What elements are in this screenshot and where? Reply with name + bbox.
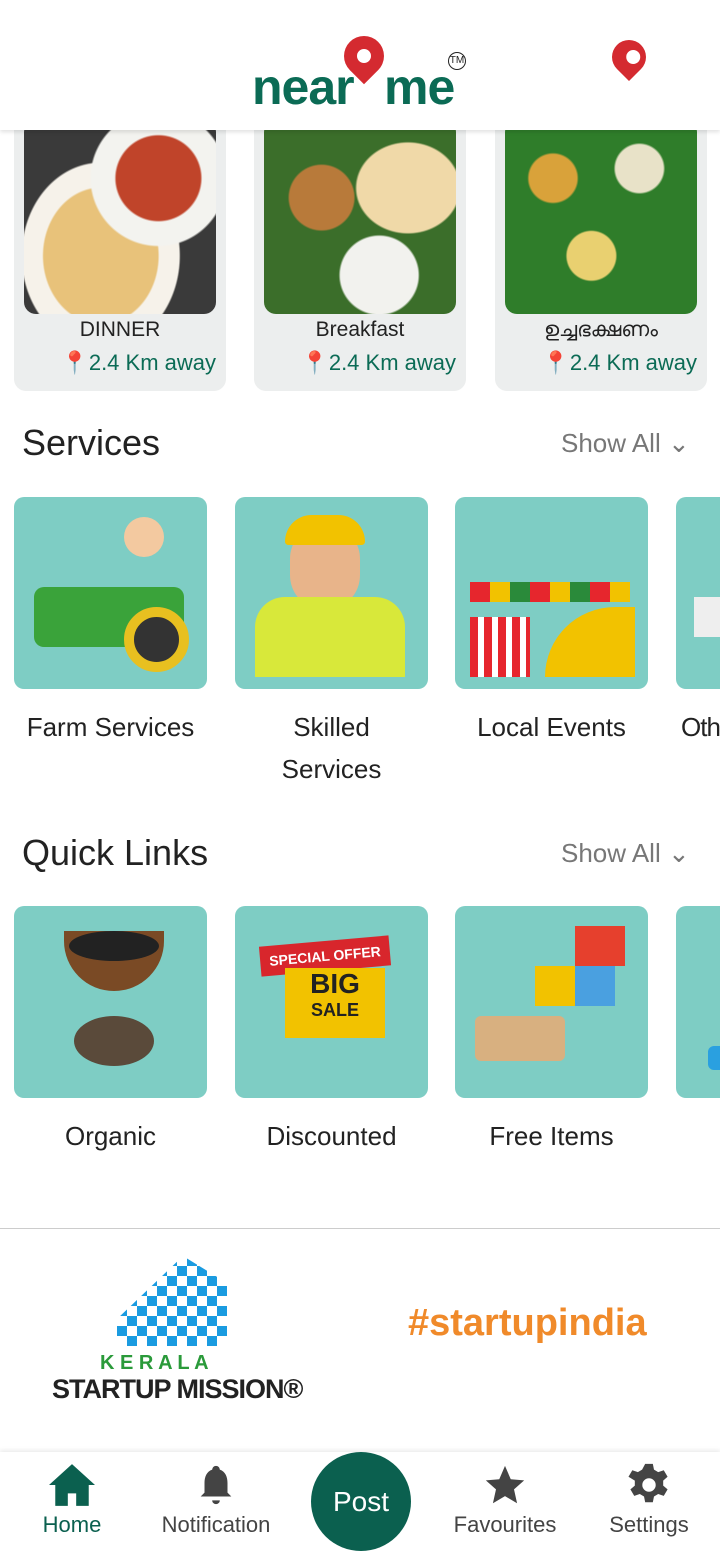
app-header: near me TM	[0, 0, 720, 130]
nav-favourites[interactable]: Favourites	[448, 1462, 562, 1538]
post-button[interactable]: Post	[311, 1452, 411, 1551]
food-label: Breakfast	[315, 318, 405, 341]
tile-organic[interactable]	[14, 906, 207, 1098]
breakfast-image	[264, 120, 456, 314]
quick-links-show-all[interactable]: Show All ⌄	[561, 838, 690, 869]
near2me-logo: near me TM	[252, 27, 472, 115]
tile-more[interactable]	[676, 906, 720, 1098]
tile-farm-services[interactable]	[14, 497, 207, 689]
bottom-nav: Home Notification Post Favourites Settin…	[0, 1452, 720, 1551]
tile-skilled-services[interactable]	[235, 497, 428, 689]
services-show-all[interactable]: Show All ⌄	[561, 428, 690, 459]
lunch-image	[505, 120, 697, 314]
tile-local-events[interactable]	[455, 497, 648, 689]
divider	[0, 1228, 720, 1229]
dinner-image	[24, 120, 216, 314]
bell-icon	[200, 1465, 232, 1505]
gear-icon	[628, 1463, 668, 1503]
quick-links-title: Quick Links	[22, 832, 209, 873]
kerala-startup-mission-logo: K E R A L A STARTUP MISSION®	[52, 1256, 312, 1406]
food-card-lunch[interactable]: ഉച്ചഭക്ഷണം 📍2.4 Km away	[495, 110, 707, 391]
distance: 📍2.4 Km away	[542, 350, 697, 375]
distance: 📍2.4 Km away	[301, 350, 456, 375]
nav-settings[interactable]: Settings	[600, 1462, 698, 1538]
tile-label: Local Events	[477, 712, 626, 742]
map-pin-icon[interactable]	[604, 32, 654, 82]
tile-free-items[interactable]	[455, 906, 648, 1098]
food-card-dinner[interactable]: DINNER 📍2.4 Km away	[14, 110, 226, 391]
nav-home[interactable]: Home	[30, 1462, 114, 1538]
tile-label: Organic	[64, 1121, 157, 1151]
tile-others[interactable]	[676, 497, 720, 689]
food-label: ഉച്ചഭക്ഷണം	[544, 318, 658, 341]
star-icon	[485, 1465, 525, 1504]
tile-label: Discounted	[266, 1121, 397, 1151]
distance: 📍2.4 Km away	[61, 350, 216, 375]
sale-badge: BIG SALE	[285, 968, 385, 1038]
food-card-breakfast[interactable]: Breakfast 📍2.4 Km away	[254, 110, 466, 391]
services-title: Services	[22, 422, 161, 463]
home-icon	[49, 1464, 95, 1506]
tile-label: Oth	[681, 712, 720, 742]
tile-discounted[interactable]: SPECIAL OFFER BIG SALE	[235, 906, 428, 1098]
food-label: DINNER	[79, 318, 161, 341]
startupindia-logo: #startupindia	[408, 1302, 647, 1344]
tile-label: Farm Services	[26, 712, 195, 742]
tile-label: Free Items	[489, 1121, 614, 1151]
tile-label: Skilled Services	[281, 712, 382, 784]
nav-notification[interactable]: Notification	[150, 1462, 282, 1538]
